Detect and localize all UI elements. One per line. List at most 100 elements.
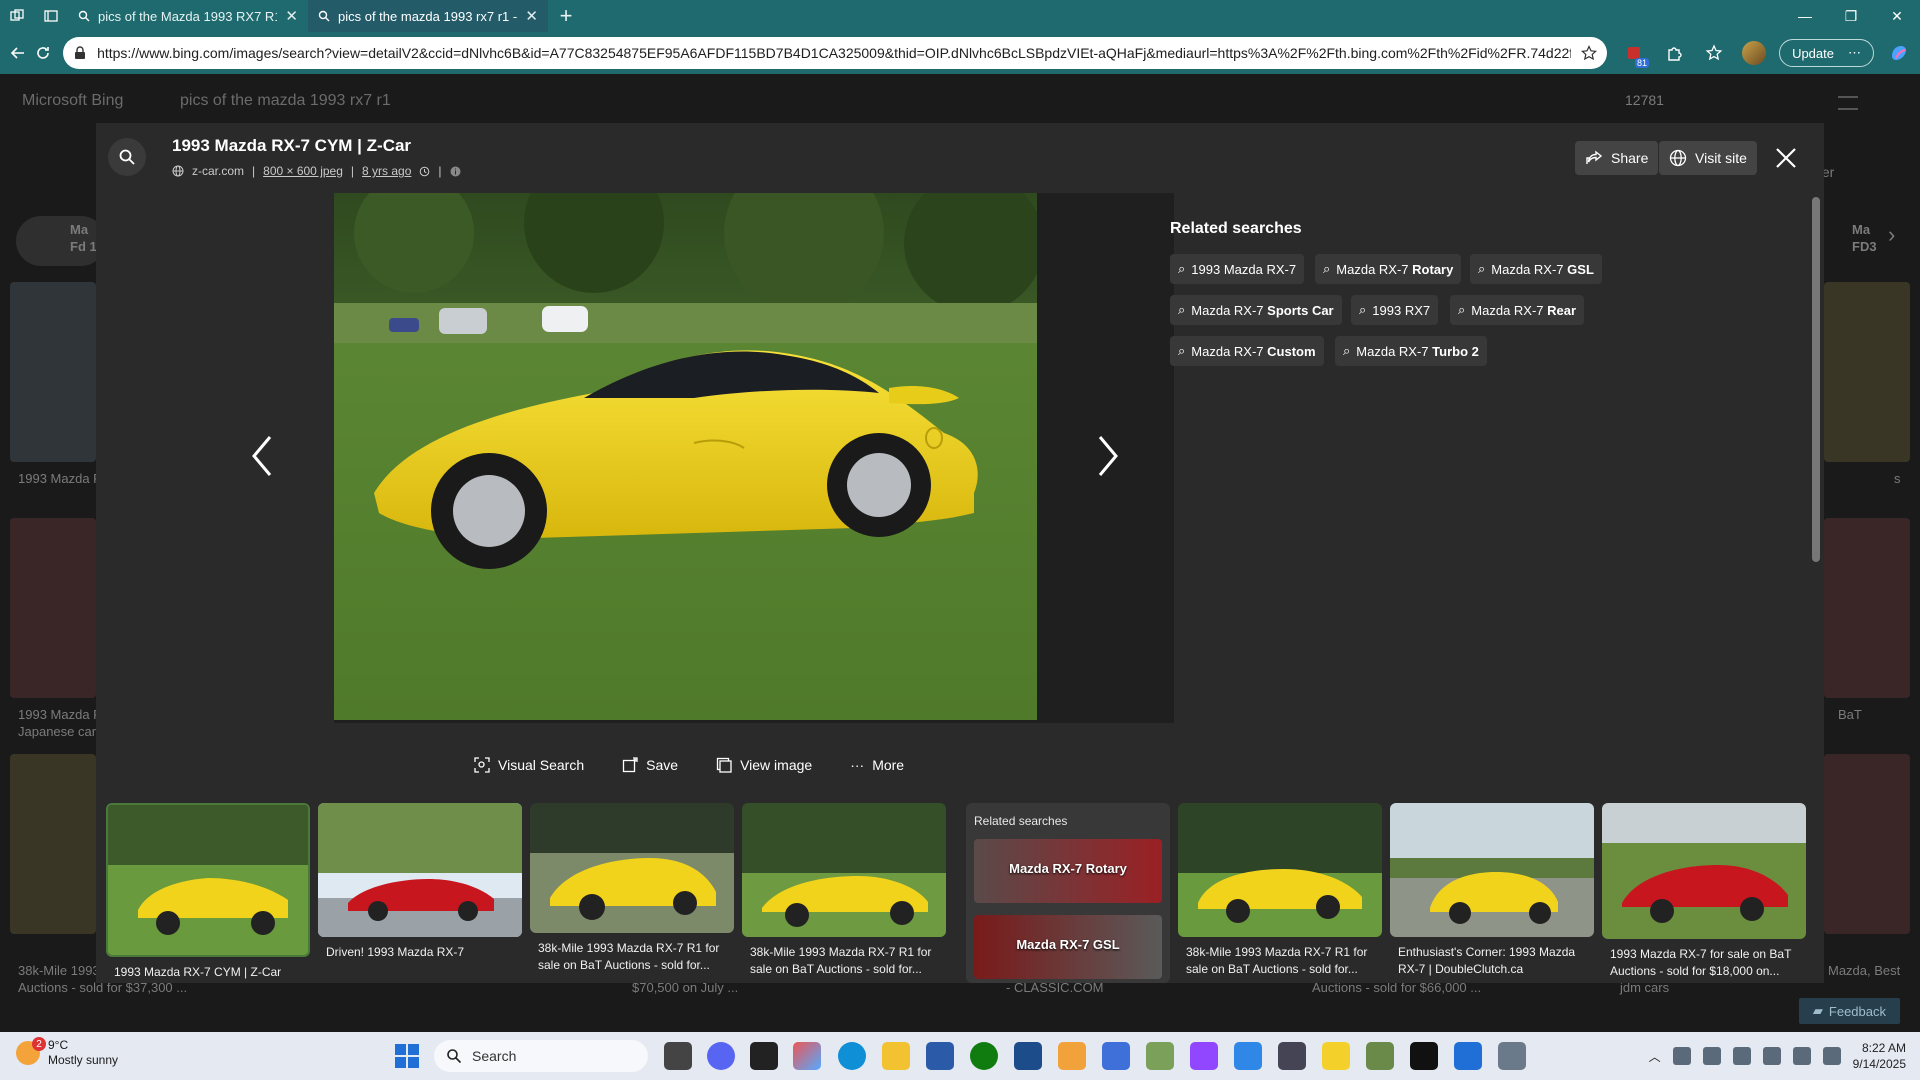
image-age[interactable]: 8 yrs ago	[362, 164, 411, 178]
strip-related-tile[interactable]: Mazda RX-7 GSL	[974, 915, 1162, 979]
source-domain[interactable]: z-car.com	[192, 164, 244, 178]
visual-search-button[interactable]: Visual Search	[474, 757, 584, 773]
related-search-chip[interactable]: ⌕ 1993 RX7	[1351, 295, 1439, 325]
show-hidden-icons-icon[interactable]: ︿	[1649, 1048, 1661, 1065]
extension-icon[interactable]: 81	[1619, 38, 1650, 68]
related-search-chip[interactable]: ⌕ Mazda RX-7 GSL	[1470, 254, 1602, 284]
task-view-icon[interactable]	[664, 1042, 692, 1070]
tray-icon[interactable]	[1792, 1047, 1811, 1065]
info-icon[interactable]	[450, 166, 461, 177]
background-result-thumb[interactable]	[1824, 282, 1910, 462]
share-button[interactable]: Share	[1575, 141, 1659, 175]
previous-image-arrow[interactable]	[242, 426, 282, 486]
app-icon[interactable]	[1366, 1042, 1394, 1070]
extensions-puzzle-icon[interactable]	[1659, 38, 1689, 68]
next-image-arrow[interactable]	[1088, 426, 1128, 486]
copilot-icon[interactable]	[1884, 38, 1914, 68]
strip-card[interactable]: 38k-Mile 1993 Mazda RX-7 R1 for sale on …	[742, 803, 946, 983]
view-image-button[interactable]: View image	[716, 757, 812, 773]
background-search-query[interactable]: pics of the mazda 1993 rx7 r1	[180, 92, 391, 110]
window-close-icon[interactable]: ✕	[1874, 0, 1920, 32]
feedback-button[interactable]: ▰ Feedback	[1798, 998, 1900, 1024]
rewards-points[interactable]: 12781	[1625, 92, 1664, 108]
notion-icon[interactable]	[750, 1042, 778, 1070]
image-dimensions[interactable]: 800 × 600 jpeg	[263, 164, 343, 178]
edge-icon[interactable]	[838, 1042, 866, 1070]
app-icon[interactable]	[1454, 1042, 1482, 1070]
favorites-icon[interactable]	[1699, 38, 1729, 68]
browser-tab-1[interactable]: pics of the Mazda 1993 RX7 R1 - Se ✕	[68, 0, 308, 32]
strip-card[interactable]: 1993 Mazda RX-7 CYM | Z-Car	[106, 803, 310, 983]
visit-site-button[interactable]: Visit site	[1659, 141, 1757, 175]
background-caption[interactable]: 1993 Mazda F	[18, 707, 101, 722]
taskbar-search-box[interactable]: Search	[434, 1040, 648, 1072]
related-search-chip[interactable]: ⌕ Mazda RX-7 Rear	[1450, 295, 1585, 325]
app-icon[interactable]	[1278, 1042, 1306, 1070]
strip-card[interactable]: 38k-Mile 1993 Mazda RX-7 R1 for sale on …	[1178, 803, 1382, 983]
save-button[interactable]: Save	[622, 757, 678, 773]
strip-card[interactable]: Enthusiast's Corner: 1993 Mazda RX-7 | D…	[1390, 803, 1594, 983]
strip-card[interactable]: 38k-Mile 1993 Mazda RX-7 R1 for sale on …	[530, 803, 734, 983]
hamburger-menu-icon[interactable]	[1838, 96, 1858, 110]
refresh-icon[interactable]	[31, 35, 56, 71]
close-modal-icon[interactable]	[1770, 142, 1802, 174]
store-icon[interactable]	[926, 1042, 954, 1070]
system-clock[interactable]: 8:22 AM 9/14/2025	[1853, 1040, 1906, 1072]
image-title[interactable]: 1993 Mazda RX-7 CYM | Z-Car	[172, 136, 411, 156]
tray-icon[interactable]	[1732, 1047, 1751, 1065]
background-caption[interactable]: 38k-Mile 1993	[18, 963, 100, 978]
bing-logo[interactable]: Microsoft Bing	[22, 92, 123, 110]
tab-actions-icon[interactable]	[34, 0, 68, 32]
windows-start-icon[interactable]	[395, 1044, 419, 1068]
workspaces-icon[interactable]	[0, 0, 34, 32]
xbox-icon[interactable]	[970, 1042, 998, 1070]
related-search-chip[interactable]: ⌕ Mazda RX-7 Rotary	[1315, 254, 1462, 284]
profile-avatar[interactable]	[1739, 38, 1769, 68]
file-explorer-icon[interactable]	[882, 1042, 910, 1070]
app-icon[interactable]	[1146, 1042, 1174, 1070]
strip-card[interactable]: 1993 Mazda RX-7 for sale on BaT Auctions…	[1602, 803, 1806, 983]
weather-widget[interactable]: 2 9°C Mostly sunny	[16, 1037, 118, 1068]
related-search-chip[interactable]: ⌕ 1993 Mazda RX-7	[1170, 254, 1305, 284]
related-search-chip[interactable]: ⌕ Mazda RX-7 Custom	[1170, 336, 1324, 366]
browser-tab-2[interactable]: pics of the mazda 1993 rx7 r1 - Se ✕	[308, 0, 548, 32]
sticky-notes-icon[interactable]	[1322, 1042, 1350, 1070]
new-tab-button[interactable]: +	[548, 0, 584, 32]
app-icon[interactable]	[1410, 1042, 1438, 1070]
copilot-app-icon[interactable]	[793, 1042, 821, 1070]
modal-scrollbar[interactable]	[1812, 197, 1820, 562]
discord-icon[interactable]	[707, 1042, 735, 1070]
tray-icon[interactable]	[1702, 1047, 1721, 1065]
main-car-image[interactable]	[334, 193, 1037, 720]
url-field[interactable]: https://www.bing.com/images/search?view=…	[63, 37, 1608, 69]
background-result-thumb[interactable]	[10, 518, 96, 698]
chip-scroll-right-icon[interactable]: ›	[1888, 222, 1895, 248]
minimize-icon[interactable]: —	[1782, 0, 1828, 32]
speaker-icon[interactable]	[1822, 1047, 1841, 1065]
strip-related-tile[interactable]: Mazda RX-7 Rotary	[974, 839, 1162, 903]
app-icon[interactable]	[1014, 1042, 1042, 1070]
background-caption[interactable]: BaT	[1838, 707, 1862, 722]
background-result-thumb[interactable]	[1824, 518, 1910, 698]
tray-icon[interactable]	[1762, 1047, 1781, 1065]
close-tab-icon[interactable]: ✕	[525, 7, 538, 25]
favorite-star-icon[interactable]	[1581, 45, 1598, 61]
back-icon[interactable]	[6, 35, 31, 71]
close-tab-icon[interactable]: ✕	[285, 7, 298, 25]
related-search-chip[interactable]: ⌕ Mazda RX-7 Sports Car	[1170, 295, 1342, 325]
background-caption[interactable]: s	[1894, 471, 1901, 486]
background-result-thumb[interactable]	[1824, 754, 1910, 934]
background-caption[interactable]: Mazda, Best	[1828, 963, 1900, 978]
notes-icon[interactable]	[1102, 1042, 1130, 1070]
tray-icon[interactable]	[1672, 1047, 1691, 1065]
background-caption[interactable]: 1993 Mazda F	[18, 471, 101, 486]
related-search-chip[interactable]: ⌕ Mazda RX-7 Turbo 2	[1335, 336, 1487, 366]
app-icon[interactable]	[1058, 1042, 1086, 1070]
more-button[interactable]: ··· More	[850, 757, 904, 773]
restore-icon[interactable]: ❐	[1828, 0, 1874, 32]
app-icon[interactable]	[1498, 1042, 1526, 1070]
app-icon[interactable]	[1234, 1042, 1262, 1070]
background-result-thumb[interactable]	[10, 282, 96, 462]
modal-search-icon[interactable]	[108, 138, 146, 176]
site-info-icon[interactable]	[73, 46, 87, 60]
